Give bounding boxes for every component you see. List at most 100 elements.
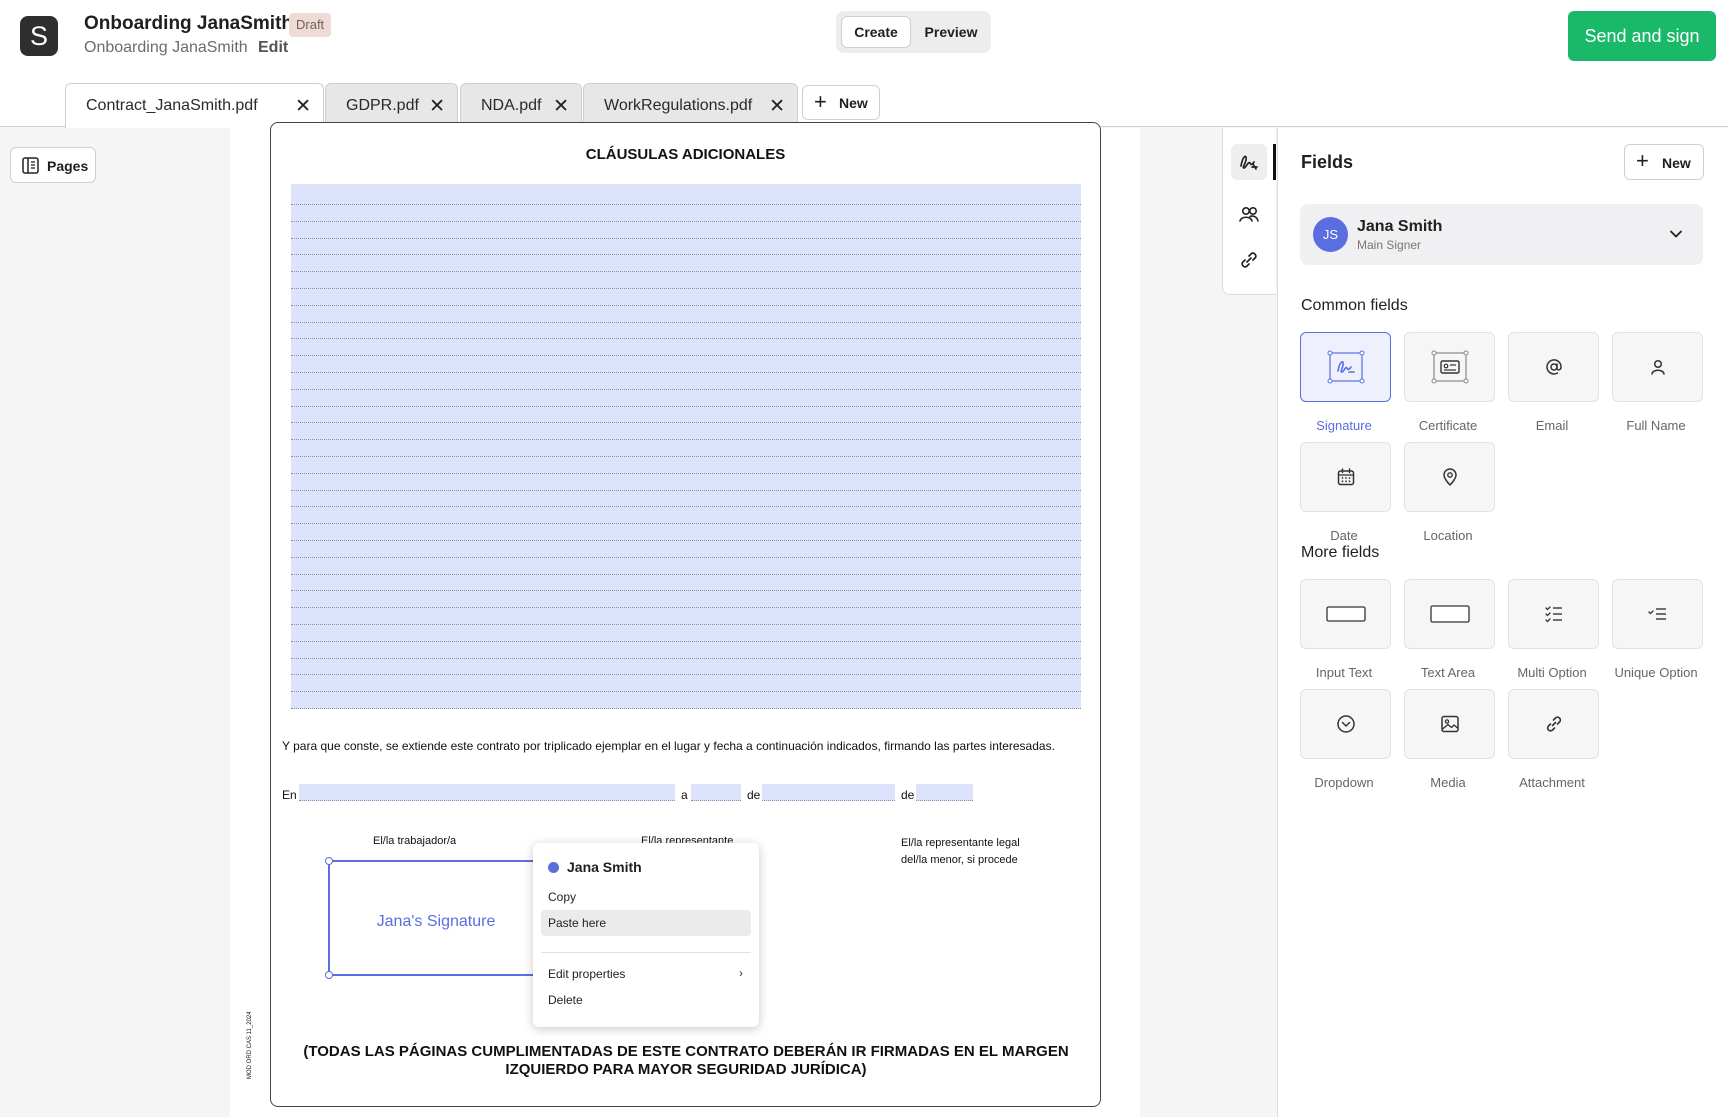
dropdown-field-tile[interactable] xyxy=(1300,689,1391,759)
resize-handle[interactable] xyxy=(325,971,333,979)
ruled-line xyxy=(291,674,1081,675)
multi-option-field-tile[interactable] xyxy=(1508,579,1599,649)
menu-item-label: Copy xyxy=(548,890,577,904)
calendar-icon xyxy=(1337,468,1354,486)
single-check-icon xyxy=(1647,608,1666,620)
link-icon xyxy=(1241,252,1257,268)
plus-icon: + xyxy=(814,89,827,114)
month-field[interactable] xyxy=(762,784,895,801)
date-tile-label: Date xyxy=(1330,528,1358,543)
ruled-line xyxy=(291,389,1081,390)
fields-rail-button[interactable] xyxy=(1231,144,1267,180)
certificate-icon xyxy=(1431,350,1468,384)
close-icon[interactable]: ✕ xyxy=(553,95,569,118)
day-field[interactable] xyxy=(691,784,741,801)
new-document-button[interactable]: + New xyxy=(802,85,880,120)
new-document-label: New xyxy=(839,95,868,111)
person-icon xyxy=(1650,359,1665,375)
place-label-en: En xyxy=(282,788,297,802)
close-icon[interactable]: ✕ xyxy=(295,95,311,118)
signature-field-label: Jana's Signature xyxy=(376,913,496,930)
ruled-line xyxy=(291,254,1081,255)
ruled-line xyxy=(291,271,1081,272)
ruled-line xyxy=(291,204,1081,205)
date-field-tile[interactable] xyxy=(1300,442,1391,512)
ruled-line xyxy=(291,506,1081,507)
signature-field-tile[interactable] xyxy=(1300,332,1391,402)
tab-gdpr[interactable]: GDPR.pdf ✕ xyxy=(325,83,458,127)
plus-icon: + xyxy=(1636,148,1649,173)
year-field[interactable] xyxy=(916,784,973,801)
ruled-line xyxy=(291,658,1081,659)
paste-here-menu-item[interactable]: Paste here xyxy=(541,910,751,936)
place-field[interactable] xyxy=(299,784,675,801)
image-icon xyxy=(1440,715,1459,733)
send-and-sign-button[interactable]: Send and sign xyxy=(1568,11,1716,61)
certificate-field-tile[interactable] xyxy=(1404,332,1495,402)
location-tile-label: Location xyxy=(1423,528,1473,543)
signer-role: Main Signer xyxy=(1357,238,1422,252)
context-menu: Jana Smith Copy Paste here Edit properti… xyxy=(533,843,759,1027)
ruled-line xyxy=(291,473,1081,474)
tab-label: Contract_JanaSmith.pdf xyxy=(86,97,258,114)
email-tile-label: Email xyxy=(1535,418,1569,433)
unique-option-field-tile[interactable] xyxy=(1612,579,1703,649)
dropdown-icon xyxy=(1336,715,1355,733)
location-field-tile[interactable] xyxy=(1404,442,1495,512)
top-bar: S Onboarding JanaSmith Draft Onboarding … xyxy=(0,0,1728,128)
preview-mode-button[interactable]: Preview xyxy=(918,16,984,48)
full-name-field-tile[interactable] xyxy=(1612,332,1703,402)
delete-menu-item[interactable]: Delete xyxy=(541,987,751,1013)
full-name-tile-label: Full Name xyxy=(1626,418,1686,433)
footer-note: (TODAS LAS PÁGINAS CUMPLIMENTADAS DE EST… xyxy=(291,1043,1081,1079)
ruled-line xyxy=(291,305,1081,306)
input-text-field-tile[interactable] xyxy=(1300,579,1391,649)
ruled-line xyxy=(291,288,1081,289)
ruled-line xyxy=(291,574,1081,575)
closing-text: Y para que conste, se extiende este cont… xyxy=(282,739,1055,753)
menu-item-label: Paste here xyxy=(548,916,607,930)
app-logo[interactable]: S xyxy=(20,16,58,56)
signer-select[interactable]: JS Jana Smith Main Signer xyxy=(1300,204,1703,265)
new-field-button[interactable]: + New xyxy=(1624,144,1704,180)
context-menu-signer: Jana Smith xyxy=(567,859,642,875)
text-area-tile-label: Text Area xyxy=(1420,665,1476,680)
edit-properties-menu-item[interactable]: Edit properties › xyxy=(541,961,751,987)
pages-button[interactable]: Pages xyxy=(10,147,96,183)
page-title: Onboarding JanaSmith xyxy=(84,13,294,34)
edit-title-link[interactable]: Edit xyxy=(258,39,288,57)
chevron-down-icon xyxy=(1670,230,1682,238)
checklist-icon xyxy=(1544,606,1562,623)
copy-menu-item[interactable]: Copy xyxy=(541,884,751,910)
at-icon xyxy=(1545,359,1562,375)
additional-clauses-field[interactable] xyxy=(291,184,1081,709)
signature-icon xyxy=(1327,350,1364,384)
resize-handle[interactable] xyxy=(325,857,333,865)
ruled-line xyxy=(291,338,1081,339)
media-field-tile[interactable] xyxy=(1404,689,1495,759)
close-icon[interactable]: ✕ xyxy=(769,95,785,118)
input-text-tile-label: Input Text xyxy=(1315,665,1373,680)
tab-label: WorkRegulations.pdf xyxy=(604,97,753,114)
tab-nda[interactable]: NDA.pdf ✕ xyxy=(460,83,582,127)
link-icon xyxy=(1546,716,1561,732)
email-field-tile[interactable] xyxy=(1508,332,1599,402)
attachment-tile-label: Attachment xyxy=(1519,775,1585,790)
certificate-tile-label: Certificate xyxy=(1418,418,1478,433)
multi-option-tile-label: Multi Option xyxy=(1517,665,1587,680)
close-icon[interactable]: ✕ xyxy=(429,95,445,118)
create-mode-button[interactable]: Create xyxy=(841,16,911,48)
legal-rep-line-1: El/la representante legal xyxy=(901,837,1020,849)
users-icon xyxy=(1239,207,1259,222)
ruled-line xyxy=(291,406,1081,407)
tab-work-regulations[interactable]: WorkRegulations.pdf ✕ xyxy=(583,83,798,127)
menu-item-label: Edit properties xyxy=(548,967,626,981)
menu-divider xyxy=(541,952,751,953)
signature-field[interactable]: Jana's Signature xyxy=(325,857,544,979)
clauses-title: CLÁUSULAS ADICIONALES xyxy=(585,146,786,163)
signers-rail-button[interactable] xyxy=(1231,196,1267,232)
text-area-field-tile[interactable] xyxy=(1404,579,1495,649)
ruled-line xyxy=(291,607,1081,608)
attachments-rail-button[interactable] xyxy=(1231,242,1267,278)
attachment-field-tile[interactable] xyxy=(1508,689,1599,759)
